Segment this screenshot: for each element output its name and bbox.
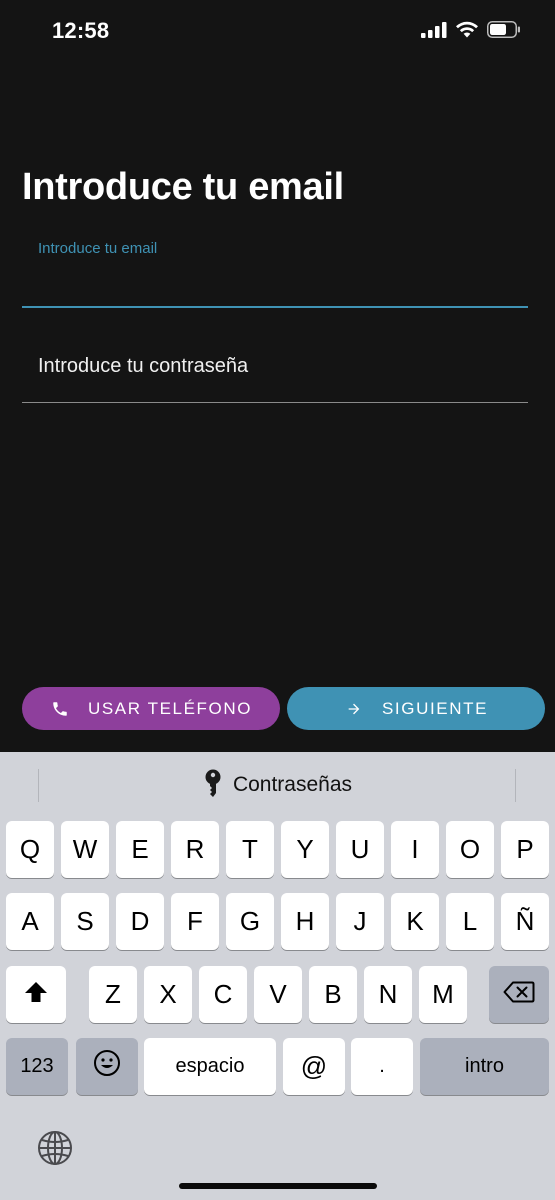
keyboard: Contraseñas Q W E R T Y U I O P A S D F … — [0, 752, 555, 1200]
status-icons — [421, 20, 521, 44]
email-field-label: Introduce tu email — [38, 240, 158, 257]
key-g[interactable]: G — [226, 893, 274, 950]
home-indicator — [179, 1183, 377, 1189]
backspace-key[interactable] — [489, 966, 549, 1023]
shift-key[interactable] — [6, 966, 66, 1023]
passwords-suggestion[interactable]: Contraseñas — [0, 764, 555, 806]
key-d[interactable]: D — [116, 893, 164, 950]
key-l[interactable]: L — [446, 893, 494, 950]
key-n-tilde[interactable]: Ñ — [501, 893, 549, 950]
at-key[interactable]: @ — [283, 1038, 345, 1095]
wifi-icon — [455, 21, 479, 43]
key-q[interactable]: Q — [6, 821, 54, 878]
cellular-signal-icon — [421, 21, 447, 43]
phone-icon — [50, 699, 70, 719]
use-phone-label: USAR TELÉFONO — [87, 698, 253, 718]
next-button[interactable]: SIGUIENTE — [287, 687, 545, 730]
emoji-icon — [93, 1049, 121, 1084]
return-key[interactable]: intro — [420, 1038, 549, 1095]
key-c[interactable]: C — [199, 966, 247, 1023]
key-w[interactable]: W — [61, 821, 109, 878]
key-h[interactable]: H — [281, 893, 329, 950]
key-icon — [203, 769, 223, 801]
key-t[interactable]: T — [226, 821, 274, 878]
passwords-suggestion-label: Contraseñas — [232, 773, 353, 796]
arrow-right-icon — [344, 699, 364, 719]
space-key[interactable]: espacio — [144, 1038, 276, 1095]
page-title: Introduce tu email — [22, 166, 344, 208]
key-z[interactable]: Z — [89, 966, 137, 1023]
key-v[interactable]: V — [254, 966, 302, 1023]
key-p[interactable]: P — [501, 821, 549, 878]
key-e[interactable]: E — [116, 821, 164, 878]
dot-key[interactable]: . — [351, 1038, 413, 1095]
numbers-key[interactable]: 123 — [6, 1038, 68, 1095]
key-k[interactable]: K — [391, 893, 439, 950]
key-o[interactable]: O — [446, 821, 494, 878]
key-i[interactable]: I — [391, 821, 439, 878]
key-s[interactable]: S — [61, 893, 109, 950]
globe-icon[interactable] — [37, 1130, 73, 1166]
emoji-key[interactable] — [76, 1038, 138, 1095]
key-a[interactable]: A — [6, 893, 54, 950]
key-r[interactable]: R — [171, 821, 219, 878]
battery-icon — [487, 21, 521, 43]
key-m[interactable]: M — [419, 966, 467, 1023]
key-y[interactable]: Y — [281, 821, 329, 878]
password-field-underline — [22, 402, 528, 403]
next-label: SIGUIENTE — [381, 698, 489, 718]
backspace-icon — [503, 979, 535, 1010]
key-j[interactable]: J — [336, 893, 384, 950]
key-x[interactable]: X — [144, 966, 192, 1023]
password-field[interactable] — [22, 344, 528, 388]
email-field[interactable] — [22, 262, 528, 306]
key-f[interactable]: F — [171, 893, 219, 950]
key-n[interactable]: N — [364, 966, 412, 1023]
status-time: 12:58 — [52, 18, 110, 43]
email-field-underline — [22, 306, 528, 308]
key-b[interactable]: B — [309, 966, 357, 1023]
use-phone-button[interactable]: USAR TELÉFONO — [22, 687, 280, 730]
shift-icon — [24, 979, 48, 1010]
key-u[interactable]: U — [336, 821, 384, 878]
